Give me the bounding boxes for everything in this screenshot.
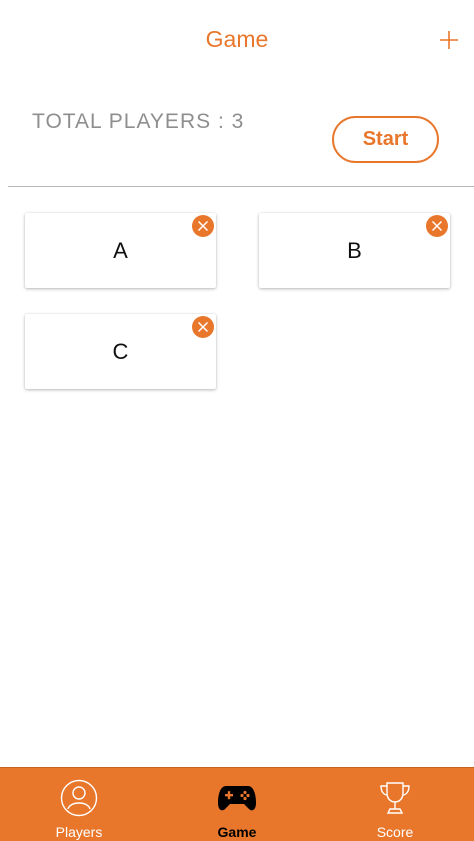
player-card[interactable]: B [259,213,450,288]
tab-bar: Players Game Score [0,767,474,841]
game-screen: Game TOTAL PLAYERS : 3 Start A B C Playe… [0,0,474,841]
page-title: Game [205,26,269,52]
remove-player-button[interactable] [192,316,214,338]
add-player-button[interactable] [434,22,464,58]
tab-score[interactable]: Score [316,768,474,841]
player-card[interactable]: A [25,213,216,288]
player-card[interactable]: C [25,314,216,389]
plus-icon [440,31,458,49]
remove-player-button[interactable] [192,215,214,237]
tab-label: Players [55,824,103,840]
tab-game[interactable]: Game [158,768,316,841]
close-icon [197,220,209,232]
tab-players[interactable]: Players [0,768,158,841]
divider [8,186,474,187]
remove-player-button[interactable] [426,215,448,237]
total-players-label: TOTAL PLAYERS : 3 [32,110,245,133]
player-name: C [112,338,129,364]
tab-label: Score [376,824,414,840]
close-icon [197,321,209,333]
gamepad-icon [217,778,257,818]
start-button[interactable]: Start [332,116,439,163]
person-circle-icon [59,778,99,818]
player-name: B [347,237,362,263]
trophy-icon [375,778,415,818]
close-icon [431,220,443,232]
tab-label: Game [217,824,257,840]
navigation-bar: Game [0,0,474,84]
player-name: A [113,237,128,263]
